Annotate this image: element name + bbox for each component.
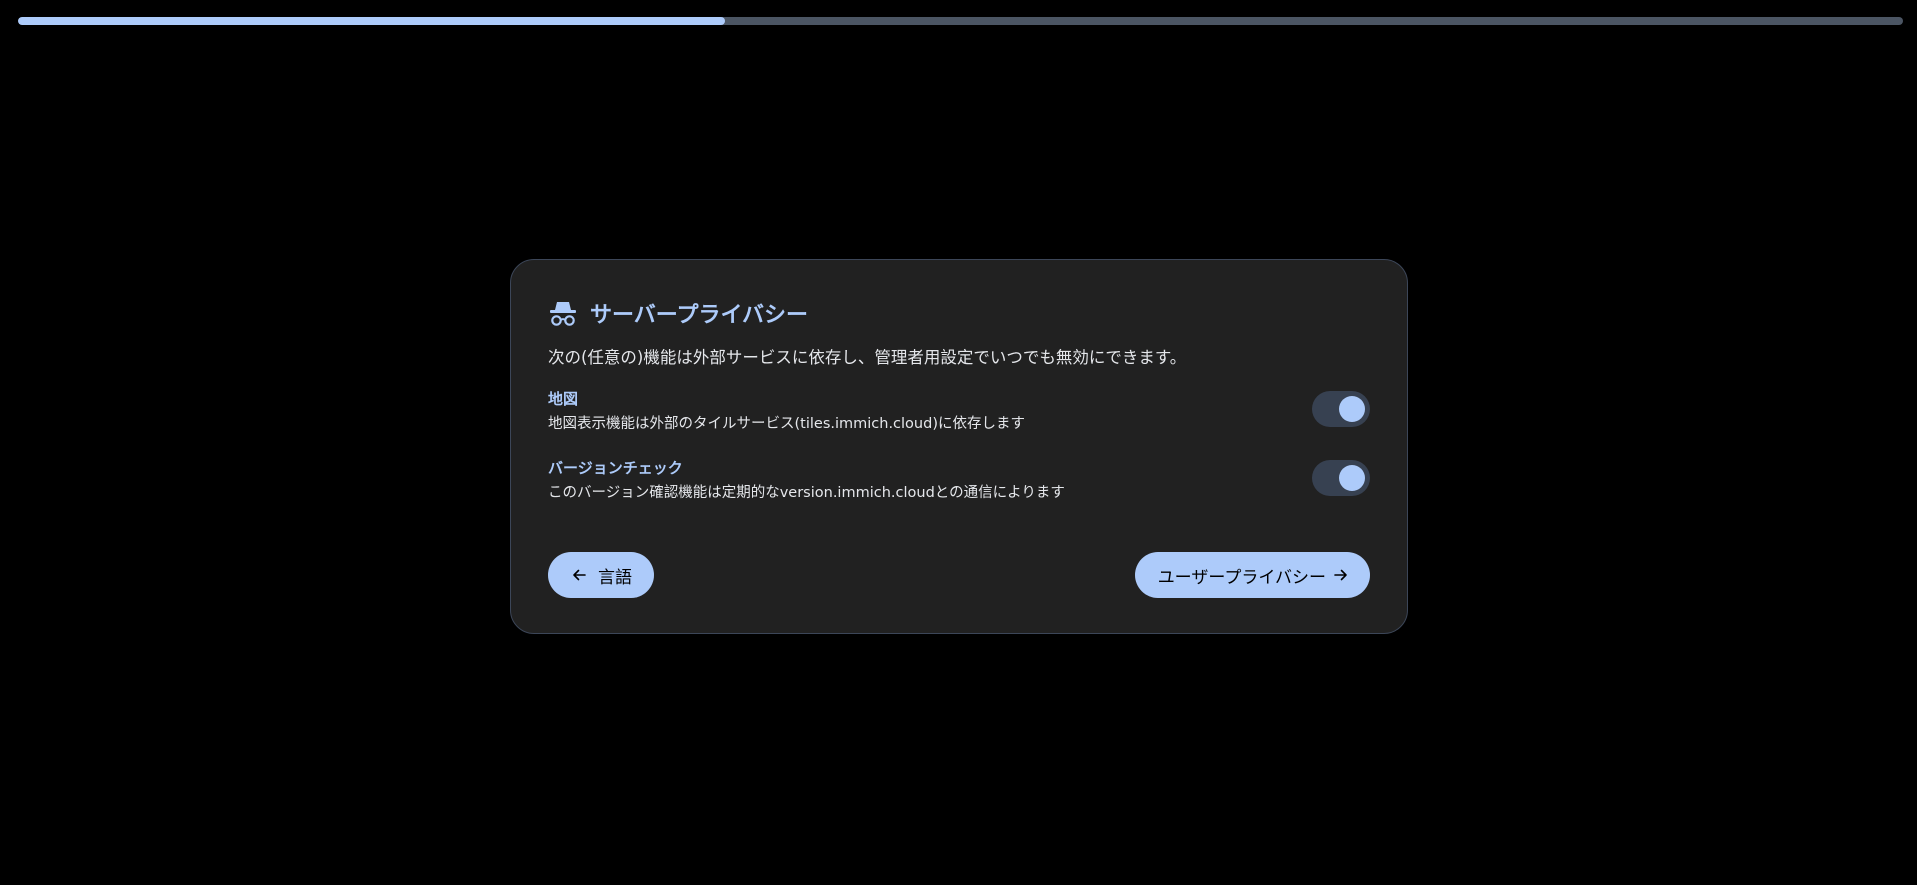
arrow-left-icon: [572, 568, 586, 582]
back-button-label: 言語: [598, 567, 632, 588]
setting-map-title: 地図: [548, 390, 579, 408]
setting-version-check: バージョンチェック このバージョン確認機能は定期的なversion.immich…: [548, 458, 1370, 506]
next-button[interactable]: ユーザープライバシー: [1134, 552, 1370, 598]
back-button[interactable]: 言語: [548, 552, 654, 598]
navigation-buttons: 言語 ユーザープライバシー: [548, 552, 1370, 598]
setting-map-subtitle: 地図表示機能は外部のタイルサービス(tiles.immich.cloud)に依存…: [548, 416, 1025, 432]
map-toggle[interactable]: [1312, 391, 1370, 427]
progress-bar: [18, 17, 1903, 25]
onboarding-card: サーバープライバシー 次の(任意の)機能は外部サービスに依存し、管理者用設定でい…: [510, 259, 1408, 634]
setting-version-check-subtitle: このバージョン確認機能は定期的なversion.immich.cloudとの通信…: [548, 485, 1065, 501]
progress-bar-fill: [18, 17, 725, 25]
map-toggle-knob: [1339, 396, 1365, 422]
page-description: 次の(任意の)機能は外部サービスに依存し、管理者用設定でいつでも無効にできます。: [548, 348, 1187, 367]
arrow-right-icon: [1334, 568, 1348, 582]
setting-map: 地図 地図表示機能は外部のタイルサービス(tiles.immich.cloud)…: [548, 389, 1370, 437]
next-button-label: ユーザープライバシー: [1157, 567, 1326, 588]
card-header: サーバープライバシー: [548, 296, 1370, 330]
version-check-toggle[interactable]: [1312, 460, 1370, 496]
incognito-icon: [548, 298, 578, 328]
setting-version-check-title: バージョンチェック: [548, 459, 683, 477]
page-title: サーバープライバシー: [590, 303, 809, 328]
version-check-toggle-knob: [1339, 465, 1365, 491]
